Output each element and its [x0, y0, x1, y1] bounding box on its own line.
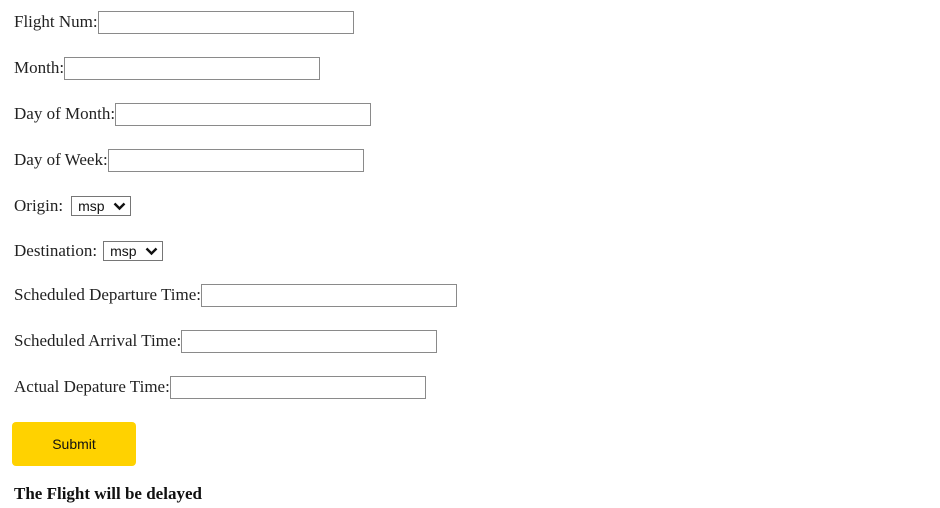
month-input[interactable] — [64, 56, 321, 80]
day-of-week-input[interactable] — [107, 148, 364, 172]
scheduled-arrival-row: Scheduled Arrival Time: — [14, 329, 438, 353]
day-of-month-row: Day of Month: — [14, 102, 372, 126]
scheduled-departure-input[interactable] — [200, 283, 457, 307]
flight-delay-form-page: Flight Num: Month: Day of Month: Day of … — [0, 0, 940, 508]
origin-select[interactable]: msp — [71, 196, 131, 216]
flight-num-label: Flight Num: — [14, 12, 98, 31]
origin-label: Origin: — [14, 196, 64, 215]
scheduled-arrival-input[interactable] — [181, 329, 438, 353]
flight-num-row: Flight Num: — [14, 10, 354, 34]
day-of-month-label: Day of Month: — [14, 104, 116, 123]
destination-row: Destination: msp — [14, 239, 163, 263]
origin-row: Origin: msp — [14, 194, 131, 218]
scheduled-departure-row: Scheduled Departure Time: — [14, 283, 457, 307]
month-row: Month: — [14, 56, 321, 80]
day-of-month-input[interactable] — [115, 102, 372, 126]
day-of-week-row: Day of Week: — [14, 148, 364, 172]
scheduled-arrival-label: Scheduled Arrival Time: — [14, 331, 182, 350]
actual-departure-input[interactable] — [169, 375, 426, 399]
prediction-result-text: The Flight will be delayed — [14, 484, 202, 503]
scheduled-departure-label: Scheduled Departure Time: — [14, 285, 201, 304]
chevron-down-icon — [145, 247, 158, 256]
destination-selected-value: msp — [110, 243, 137, 259]
actual-departure-label: Actual Depature Time: — [14, 377, 170, 396]
actual-departure-row: Actual Depature Time: — [14, 375, 426, 399]
destination-select[interactable]: msp — [103, 241, 163, 261]
destination-label: Destination: — [14, 241, 98, 260]
month-label: Month: — [14, 58, 65, 77]
chevron-down-icon — [113, 202, 126, 211]
submit-button[interactable]: Submit — [12, 422, 136, 466]
origin-selected-value: msp — [78, 198, 105, 214]
day-of-week-label: Day of Week: — [14, 150, 108, 169]
flight-num-input[interactable] — [97, 10, 354, 34]
